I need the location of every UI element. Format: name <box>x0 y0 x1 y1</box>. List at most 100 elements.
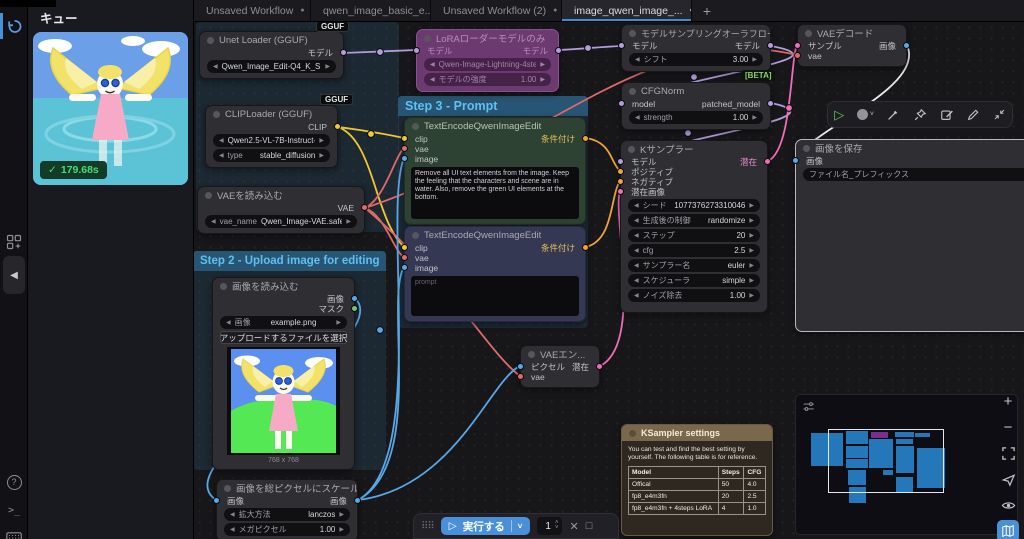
run-button[interactable]: ▷ 実行する ˅ <box>441 517 531 535</box>
edit-selection-icon[interactable] <box>940 108 954 122</box>
prev-icon[interactable]: ◀ <box>213 64 218 70</box>
port-image-out[interactable] <box>354 497 361 504</box>
lora-name-widget[interactable]: ◀Qwen-Image-Lightning-4steps-V▶ <box>424 58 551 71</box>
prev-icon[interactable]: ◀ <box>635 115 640 121</box>
node-load-vae[interactable]: VAEを読み込む VAE ◀vae_nameQwen_Image-VAE.saf… <box>197 186 365 234</box>
port-image-in[interactable] <box>401 264 408 271</box>
collapse-dot[interactable] <box>424 35 431 42</box>
port-patched-model-out[interactable] <box>767 100 774 107</box>
group-step3-title[interactable]: Step 3 - Prompt <box>398 96 588 116</box>
port-vae-in[interactable] <box>401 145 408 152</box>
node-library-icon[interactable] <box>0 228 28 256</box>
node-load-image[interactable]: 画像を読み込む 画像 マスク ◀画像example.png▶ アップロードするフ… <box>212 277 355 470</box>
minimap-settings-icon[interactable] <box>802 400 815 413</box>
terminal-icon[interactable]: >_ <box>0 496 28 524</box>
drag-handle[interactable]: ⠿⠿ <box>421 521 434 532</box>
run-selection-icon[interactable]: ▷ <box>834 107 844 123</box>
port-image-in[interactable] <box>792 157 799 164</box>
stop-icon[interactable]: □ <box>586 520 593 532</box>
denoise-widget[interactable]: ◀ノイズ除去1.00▶ <box>628 289 760 302</box>
prev-icon[interactable]: ◀ <box>634 233 639 239</box>
strength-widget[interactable]: ◀strength1.00▶ <box>629 111 763 124</box>
port-clip-in[interactable] <box>401 135 408 142</box>
collapse-dot[interactable] <box>803 145 810 152</box>
prompt-textarea-empty[interactable]: prompt <box>411 276 579 316</box>
collapse-dot[interactable] <box>629 430 636 437</box>
tab-unsaved-workflow[interactable]: Unsaved Workflow● <box>194 0 311 21</box>
fit-view-icon[interactable] <box>997 442 1019 464</box>
next-icon[interactable]: ▶ <box>749 293 754 299</box>
next-icon[interactable]: ▶ <box>540 62 545 68</box>
prev-icon[interactable]: ◀ <box>634 293 639 299</box>
next-icon[interactable]: ▶ <box>749 263 754 269</box>
image-select-widget[interactable]: ◀画像example.png▶ <box>220 316 347 329</box>
node-clip-loader-gguf[interactable]: CLIPLoader (GGUF) CLIP ◀Qwen2.5-VL-7B-In… <box>205 105 338 168</box>
next-icon[interactable]: ▶ <box>346 219 351 225</box>
prev-icon[interactable]: ◀ <box>635 57 640 63</box>
port-vae-in[interactable] <box>794 52 801 59</box>
megapixels-widget[interactable]: ◀メガピクセル1.00▶ <box>224 523 350 536</box>
select-mode-icon[interactable] <box>997 468 1019 490</box>
node-scale-image-total-pixels[interactable]: 画像を総ピクセルにスケール 画像画像 ◀拡大方法lanczos▶ ◀メガピクセル… <box>216 479 358 539</box>
port-model-out[interactable] <box>767 42 774 49</box>
port-conditioning-out[interactable] <box>582 244 589 251</box>
group-step2-title[interactable]: Step 2 - Upload image for editing <box>193 251 386 271</box>
prev-icon[interactable]: ◀ <box>634 248 639 254</box>
next-icon[interactable]: ▶ <box>336 320 341 326</box>
next-icon[interactable]: ▶ <box>749 278 754 284</box>
port-clip-in[interactable] <box>401 244 408 251</box>
prev-icon[interactable]: ◀ <box>219 153 224 159</box>
node-ksampler[interactable]: Kサンプラー モデル潜在 ポジティブ ネガティブ 潜在画像 ◀シード107737… <box>620 140 768 313</box>
next-icon[interactable]: ▶ <box>339 512 344 518</box>
collapse-dot[interactable] <box>220 283 227 290</box>
collapse-dot[interactable] <box>205 192 212 199</box>
prev-icon[interactable]: ◀ <box>230 512 235 518</box>
next-icon[interactable]: ▶ <box>319 153 324 159</box>
port-vae-in[interactable] <box>517 373 524 380</box>
vae-name-widget[interactable]: ◀vae_nameQwen_Image-VAE.safetensors▶ <box>205 215 357 228</box>
port-model-in[interactable] <box>617 158 624 165</box>
zoom-in-icon[interactable]: + <box>997 390 1019 412</box>
minimap[interactable] <box>795 394 1018 535</box>
pin-icon[interactable] <box>913 108 927 122</box>
new-workflow-tab-button[interactable]: + <box>692 0 722 21</box>
port-image-out[interactable] <box>351 295 358 302</box>
next-icon[interactable]: ▶ <box>749 218 754 224</box>
next-icon[interactable]: ▶ <box>749 248 754 254</box>
collapse-dot[interactable] <box>213 111 220 118</box>
port-model-out[interactable] <box>340 49 347 56</box>
keyboard-shortcuts-icon[interactable] <box>0 524 28 539</box>
port-latent-out[interactable] <box>596 363 603 370</box>
prev-icon[interactable]: ◀ <box>226 320 231 326</box>
port-conditioning-out[interactable] <box>582 135 589 142</box>
collapse-dot[interactable] <box>629 30 636 37</box>
scheduler-widget[interactable]: ◀スケジューラsimple▶ <box>628 274 760 287</box>
color-picker-icon[interactable]: ˅ <box>857 109 874 120</box>
clear-queue-icon[interactable]: ✕ <box>569 520 578 533</box>
port-vae-out[interactable] <box>361 204 368 211</box>
next-icon[interactable]: ▶ <box>752 115 757 121</box>
sidebar-collapse-button[interactable]: ◀ <box>3 256 25 294</box>
upload-file-button[interactable]: アップロードするファイルを選択 <box>220 331 347 344</box>
prompt-textarea[interactable]: Remove all UI text elements from the ima… <box>411 167 579 219</box>
node-vae-encode[interactable]: VAEエン... ピクセル潜在 vae <box>520 345 600 388</box>
control-after-generate-widget[interactable]: ◀生成後の制御randomize▶ <box>628 214 760 227</box>
cfg-widget[interactable]: ◀cfg2.5▶ <box>628 244 760 257</box>
tab-image-qwen-image[interactable]: image_qwen_image_...● <box>562 0 692 21</box>
node-text-encode-negative[interactable]: TextEncodeQwenImageEdit clip条件付け vae ima… <box>404 226 586 322</box>
queue-history-icon[interactable] <box>0 12 28 40</box>
next-icon[interactable]: ▶ <box>319 138 324 144</box>
port-latent-out[interactable] <box>764 158 771 165</box>
port-negative-in[interactable] <box>617 178 624 185</box>
next-icon[interactable]: ▶ <box>749 233 754 239</box>
count-down-icon[interactable]: ˅ <box>555 526 559 531</box>
wand-icon[interactable] <box>886 108 900 122</box>
port-clip-out[interactable] <box>334 123 341 130</box>
prev-icon[interactable]: ◀ <box>211 219 216 225</box>
sampler-name-widget[interactable]: ◀サンプラー名euler▶ <box>628 259 760 272</box>
prev-icon[interactable]: ◀ <box>634 203 639 209</box>
node-cfgnorm[interactable]: CFGNorm modelpatched_model ◀strength1.00… <box>621 82 771 130</box>
prev-icon[interactable]: ◀ <box>430 77 435 83</box>
node-text-encode-positive[interactable]: TextEncodeQwenImageEdit clip条件付け vae ima… <box>404 117 586 225</box>
lora-strength-widget[interactable]: ◀モデルの強度1.00▶ <box>424 73 551 86</box>
